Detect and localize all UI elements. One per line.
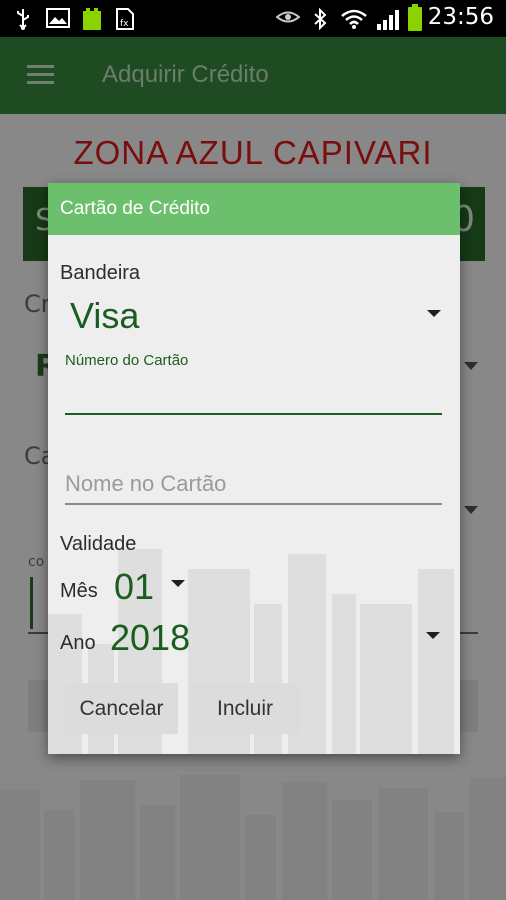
background-label-code: co xyxy=(28,554,45,570)
app-bar: Adquirir Crédito xyxy=(0,37,506,114)
page-title: ZONA AZUL CAPIVARI xyxy=(73,134,433,171)
battery-icon xyxy=(408,4,422,31)
android-icon xyxy=(83,8,101,30)
file-icon: fx xyxy=(116,8,134,30)
text-cursor xyxy=(30,577,33,629)
ano-spinner[interactable]: 2018 xyxy=(110,617,190,659)
dialog-header: Cartão de Crédito xyxy=(48,183,460,235)
usb-icon xyxy=(17,9,29,30)
hamburger-menu-icon[interactable] xyxy=(27,65,54,85)
include-button[interactable]: Incluir xyxy=(189,683,301,734)
image-icon xyxy=(46,8,70,28)
card-number-underline xyxy=(65,413,442,415)
status-bar: fx 23:56 xyxy=(0,0,506,37)
chevron-down-icon xyxy=(464,362,478,370)
mes-label: Mês xyxy=(60,580,98,602)
bandeira-label: Bandeira xyxy=(60,262,141,284)
card-number-label: Número do Cartão xyxy=(65,352,189,369)
cancel-button[interactable]: Cancelar xyxy=(65,683,178,734)
chevron-down-icon[interactable] xyxy=(427,310,441,317)
bluetooth-icon xyxy=(314,8,327,30)
mes-spinner[interactable]: 01 xyxy=(114,566,154,608)
card-name-input[interactable] xyxy=(65,467,442,501)
validade-label: Validade xyxy=(60,533,137,555)
chevron-down-icon[interactable] xyxy=(171,580,185,587)
chevron-down-icon xyxy=(464,506,478,514)
card-number-input[interactable] xyxy=(65,379,442,413)
card-name-underline xyxy=(65,503,442,505)
eye-icon xyxy=(276,11,300,23)
chevron-down-icon[interactable] xyxy=(426,632,440,639)
background-label-credit: Cr xyxy=(24,290,51,318)
wifi-icon xyxy=(341,9,367,29)
clock: 23:56 xyxy=(427,4,494,30)
bandeira-spinner[interactable]: Visa xyxy=(70,295,139,337)
signal-icon xyxy=(377,10,399,30)
ano-label: Ano xyxy=(60,632,96,654)
city-skyline-image xyxy=(0,770,506,900)
app-bar-title: Adquirir Crédito xyxy=(102,61,269,88)
dialog-title: Cartão de Crédito xyxy=(60,198,210,219)
svg-text:fx: fx xyxy=(120,19,129,29)
credit-card-dialog: Cartão de Crédito Bandeira Visa Número d… xyxy=(48,183,460,754)
